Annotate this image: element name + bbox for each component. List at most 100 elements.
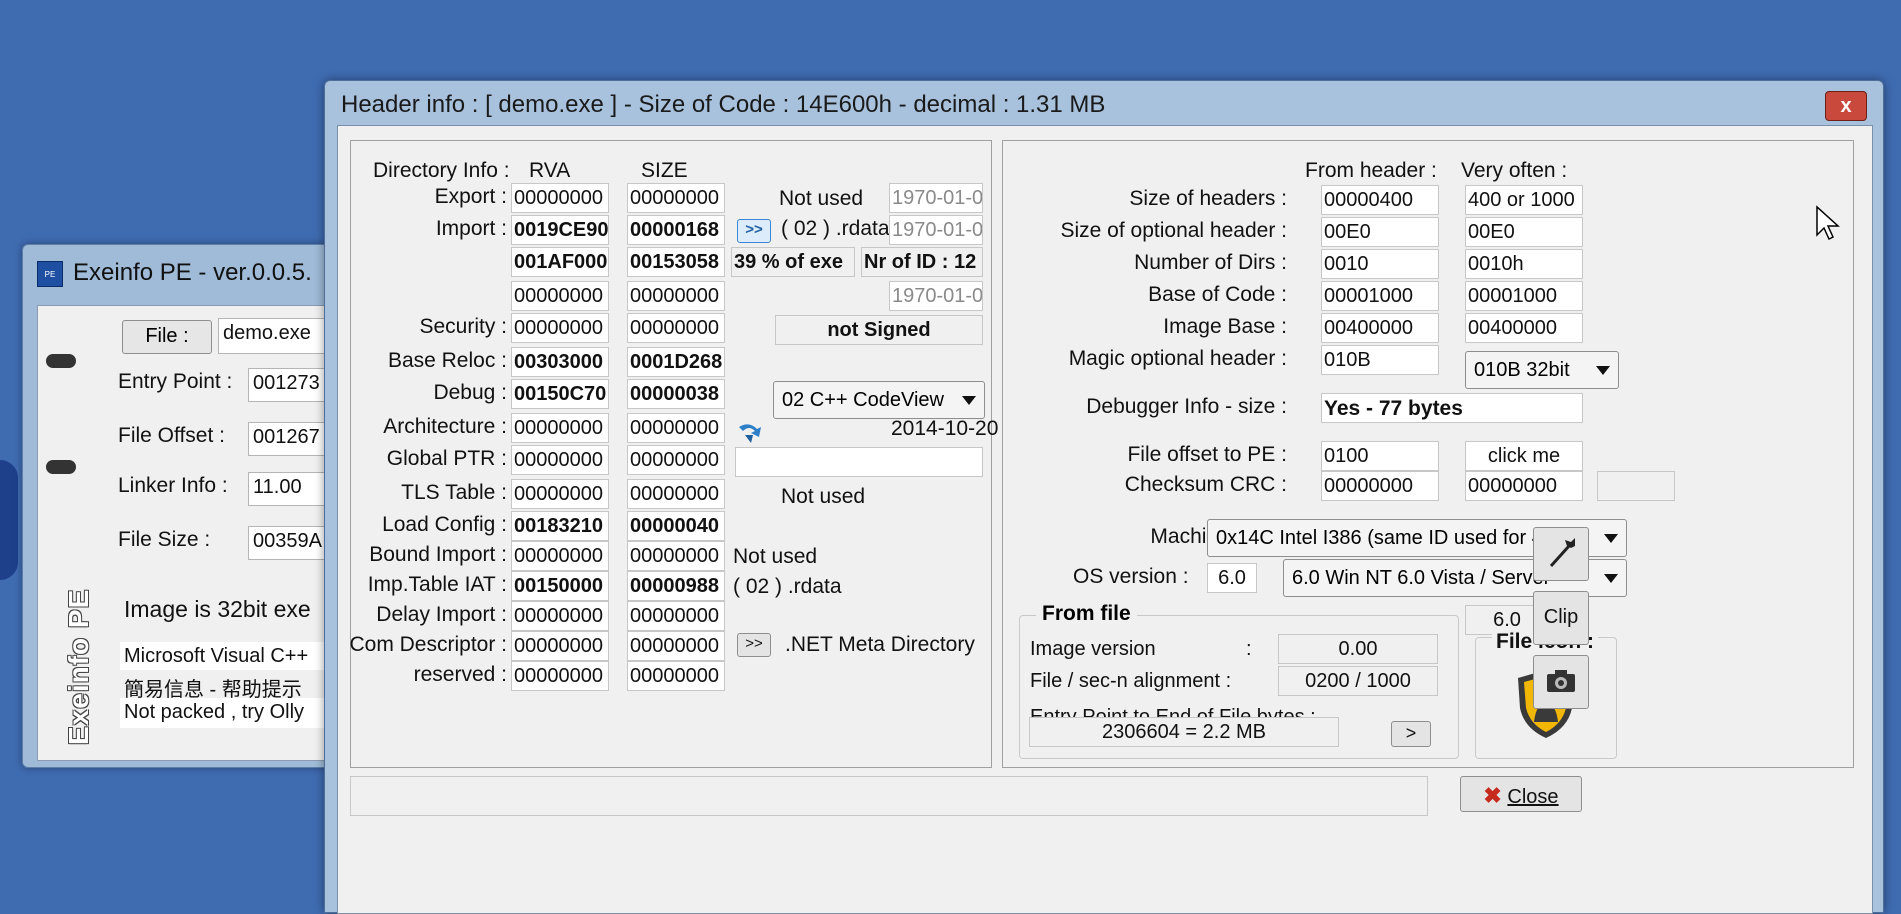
click-me-button[interactable]: click me: [1465, 441, 1583, 471]
magic-wand-icon: [1549, 538, 1575, 568]
debug-type-value: 02 C++ CodeView: [782, 389, 944, 411]
image-base-field[interactable]: 00400000: [1321, 313, 1439, 343]
magic-header-label: Magic optional header :: [1068, 347, 1287, 370]
file-offset-label: File Offset :: [118, 424, 225, 447]
os-version-field[interactable]: 6.0: [1207, 563, 1257, 593]
size-of-headers-often[interactable]: 400 or 1000: [1465, 185, 1583, 215]
checksum-calc-field[interactable]: 00000000: [1465, 471, 1583, 501]
number-of-dirs-often[interactable]: 0010h: [1465, 249, 1583, 279]
dir-row-size[interactable]: 00000000: [627, 661, 725, 691]
dir-row-label: Debug :: [433, 381, 507, 404]
machine-type-value: 0x14C Intel I386 (same ID used for 4: [1216, 527, 1543, 549]
dir-row-size[interactable]: 00000038: [627, 379, 725, 409]
size-opt-header-often[interactable]: 00E0: [1465, 217, 1583, 247]
tls-note: Not used: [781, 485, 866, 508]
dir-row-rva[interactable]: 00000000: [511, 445, 609, 475]
help-hint: 簡易信息 - 帮助提示: [120, 670, 342, 700]
debugger-info-label: Debugger Info - size :: [1086, 395, 1287, 418]
size-opt-header-label: Size of optional header :: [1060, 219, 1288, 242]
chevron-down-icon: [962, 396, 976, 405]
refresh-arrow-icon[interactable]: [735, 421, 763, 445]
chevron-down-icon: [1604, 574, 1618, 583]
file-button[interactable]: File :: [122, 320, 212, 354]
dir-row-size[interactable]: 00000000: [627, 479, 725, 509]
file-name-field[interactable]: demo.exe: [218, 318, 338, 354]
dir-row-size[interactable]: 00000168: [627, 215, 725, 245]
architecture-date: 2014-10-20: [891, 417, 999, 440]
com-descriptor-button[interactable]: >>: [737, 633, 771, 657]
compiler-field: Microsoft Visual C++: [120, 642, 342, 672]
close-icon[interactable]: x: [1825, 91, 1867, 121]
dir-row-rva[interactable]: 0019CE90: [511, 215, 609, 245]
checksum-extra-field: [1597, 471, 1675, 501]
dir-row-size[interactable]: 00000000: [627, 281, 725, 311]
linker-info-label: Linker Info :: [118, 474, 228, 497]
offset-to-pe-field[interactable]: 0100: [1321, 441, 1439, 471]
dir-row-rva[interactable]: 001AF000: [511, 247, 609, 277]
number-of-dirs-label: Number of Dirs :: [1134, 251, 1287, 274]
dir-row-size[interactable]: 00000000: [627, 413, 725, 443]
dir-row-label: Export :: [434, 185, 507, 208]
dir-row-size[interactable]: 00000000: [627, 541, 725, 571]
close-button[interactable]: ✖ Close: [1460, 776, 1582, 812]
dir-row-rva[interactable]: 00000000: [511, 661, 609, 691]
dir-row-rva[interactable]: 00183210: [511, 511, 609, 541]
dir-row-rva[interactable]: 00303000: [511, 347, 609, 377]
dir-row-size[interactable]: 00000988: [627, 571, 725, 601]
header-panel: From header : Very often : Size of heade…: [1002, 140, 1854, 768]
knob-icon: [46, 354, 76, 368]
dir-row-size[interactable]: 00000000: [627, 313, 725, 343]
clip-button[interactable]: Clip: [1533, 591, 1589, 645]
dir-row-rva[interactable]: 00150C70: [511, 379, 609, 409]
import-date-field[interactable]: 1970-01-01: [889, 215, 983, 245]
image-version-field: 0.00: [1278, 634, 1438, 664]
dir-row-rva[interactable]: 00000000: [511, 541, 609, 571]
dir-row-rva[interactable]: 00000000: [511, 631, 609, 661]
dir-row-size[interactable]: 00000000: [627, 445, 725, 475]
desktop-decoration: [0, 460, 18, 580]
nr-of-id: Nr of ID : 12: [861, 247, 983, 277]
dir-row-rva[interactable]: 00000000: [511, 601, 609, 631]
dir-row-size[interactable]: 00000000: [627, 601, 725, 631]
debugger-info-field[interactable]: Yes - 77 bytes: [1321, 393, 1583, 423]
size-opt-header-field[interactable]: 00E0: [1321, 217, 1439, 247]
global-ptr-extra-field[interactable]: [735, 447, 983, 477]
row4-date-field[interactable]: 1970-01-01: [889, 281, 983, 311]
dir-row-size[interactable]: 0001D268: [627, 347, 725, 377]
dir-row-size[interactable]: 00000000: [627, 631, 725, 661]
base-of-code-often[interactable]: 00001000: [1465, 281, 1583, 311]
dir-row-rva[interactable]: 00000000: [511, 183, 609, 213]
export-note: Not used: [779, 187, 864, 210]
checksum-field[interactable]: 00000000: [1321, 471, 1439, 501]
base-of-code-field[interactable]: 00001000: [1321, 281, 1439, 311]
size-of-headers-field[interactable]: 00000400: [1321, 185, 1439, 215]
tool-button[interactable]: [1533, 527, 1589, 581]
ep-to-eof-field: 2306604 = 2.2 MB: [1029, 717, 1339, 747]
export-date-field[interactable]: 1970-01-01: [889, 183, 983, 213]
image-version-colon: :: [1246, 638, 1252, 660]
screenshot-button[interactable]: [1533, 655, 1589, 709]
dir-row-label: TLS Table :: [401, 481, 507, 504]
image-base-often[interactable]: 00400000: [1465, 313, 1583, 343]
from-header-label: From header :: [1305, 159, 1437, 182]
app-icon: PE: [37, 261, 63, 287]
image-info-text: Image is 32bit exe: [124, 596, 311, 622]
dir-row-rva[interactable]: 00000000: [511, 313, 609, 343]
dir-row-rva[interactable]: 00000000: [511, 281, 609, 311]
dir-row-size[interactable]: 00000040: [627, 511, 725, 541]
number-of-dirs-field[interactable]: 0010: [1321, 249, 1439, 279]
dir-row-rva[interactable]: 00150000: [511, 571, 609, 601]
dir-row-label: Global PTR :: [386, 447, 507, 470]
bound-import-note: Not used: [733, 545, 818, 568]
import-expand-button[interactable]: >>: [737, 219, 771, 243]
dir-row-size[interactable]: 00000000: [627, 183, 725, 213]
debug-type-select[interactable]: 02 C++ CodeView: [773, 381, 985, 419]
magic-header-select[interactable]: 010B 32bit: [1465, 351, 1619, 389]
ep-to-eof-button[interactable]: >: [1391, 721, 1431, 747]
dir-row-rva[interactable]: 00000000: [511, 413, 609, 443]
mouse-cursor-icon: [1816, 205, 1840, 241]
magic-header-field[interactable]: 010B: [1321, 345, 1439, 375]
dir-row-size[interactable]: 00153058: [627, 247, 725, 277]
dir-row-rva[interactable]: 00000000: [511, 479, 609, 509]
chevron-down-icon: [1596, 366, 1610, 375]
